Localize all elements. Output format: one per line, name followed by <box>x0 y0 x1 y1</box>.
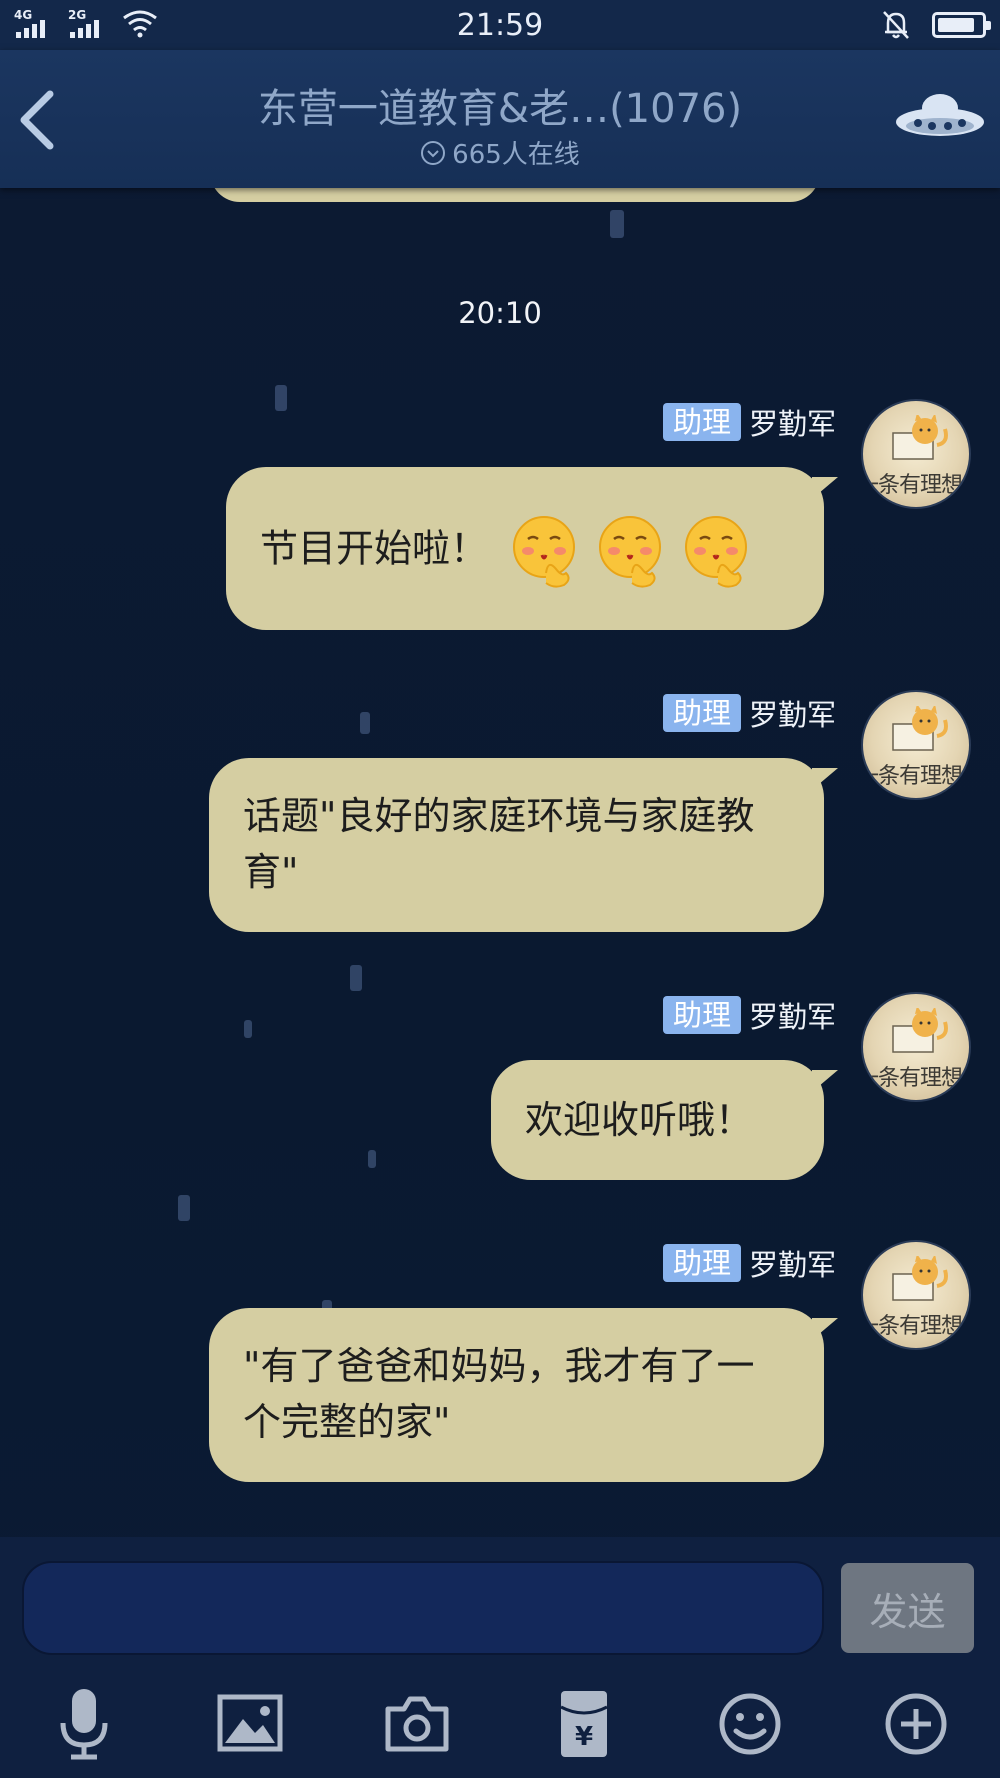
role-badge: 助理 <box>662 996 741 1034</box>
sender-name[interactable]: 罗勤军 <box>749 1242 836 1284</box>
background-sparkle <box>178 1195 190 1221</box>
avatar-caption: 一条有理想的咸鱼 <box>861 1314 969 1339</box>
message-text: "有了爸爸和妈妈，我才有了一个完整的家" <box>243 1344 755 1444</box>
sender-line: 助理 罗勤军 <box>662 401 836 443</box>
status-bar: 4G 2G 21:59 <box>0 0 1000 50</box>
send-button[interactable]: 发送 <box>841 1563 974 1653</box>
background-sparkle <box>350 965 362 991</box>
message-text: 话题"良好的家庭环境与家庭教育" <box>243 794 755 894</box>
emoji-button[interactable] <box>715 1687 785 1761</box>
message-bubble[interactable]: 节目开始啦！ <box>226 467 838 630</box>
avatar[interactable]: 一条有理想的咸鱼 <box>861 690 971 800</box>
image-button[interactable] <box>215 1687 285 1761</box>
message-input[interactable] <box>22 1561 824 1655</box>
emoji-icon <box>719 1693 781 1755</box>
more-button[interactable] <box>881 1687 951 1761</box>
status-clock: 21:59 <box>456 8 544 43</box>
online-count-label: 665人在线 <box>452 140 580 170</box>
sender-name[interactable]: 罗勤军 <box>749 994 836 1036</box>
chat-message: 一条有理想的咸鱼 助理 罗勤军 "有了爸爸和妈妈，我才有了一个完整的家" <box>0 1240 1000 1486</box>
sender-name[interactable]: 罗勤军 <box>749 401 836 443</box>
message-bubble[interactable]: 欢迎收听哦！ <box>491 1060 838 1180</box>
plus-icon <box>885 1693 947 1755</box>
ufo-group-menu-icon[interactable] <box>892 90 988 144</box>
chat-screen: 4G 2G 21:59 东营一道教育&老…(1076) 665人在线 20:10… <box>0 0 1000 1778</box>
background-sparkle <box>610 210 624 238</box>
sender-line: 助理 罗勤军 <box>662 994 836 1036</box>
bell-off-icon <box>883 11 909 39</box>
red-packet-button[interactable]: ¥ <box>549 1687 619 1761</box>
avatar-caption: 一条有理想的咸鱼 <box>861 1066 969 1091</box>
cat-avatar-icon <box>892 415 948 460</box>
chat-message: 一条有理想的咸鱼 助理 罗勤军 节目开始啦！ <box>0 399 1000 631</box>
cat-avatar-icon <box>892 706 948 751</box>
sender-line: 助理 罗勤军 <box>662 692 836 734</box>
battery-icon <box>932 12 991 38</box>
message-bubble[interactable]: "有了爸爸和妈妈，我才有了一个完整的家" <box>209 1308 838 1482</box>
chat-message: 一条有理想的咸鱼 助理 罗勤军 话题"良好的家庭环境与家庭教育" <box>0 690 1000 934</box>
input-area: 发送 ¥ <box>0 1537 1000 1778</box>
sender-name[interactable]: 罗勤军 <box>749 692 836 734</box>
red-packet-icon: ¥ <box>560 1691 608 1757</box>
camera-button[interactable] <box>382 1687 452 1761</box>
image-icon <box>217 1694 283 1752</box>
avatar-caption: 一条有理想的咸鱼 <box>861 473 969 498</box>
avatar[interactable]: 一条有理想的咸鱼 <box>861 399 971 509</box>
shy-face-emoji <box>599 516 662 588</box>
microphone-icon <box>60 1689 108 1760</box>
message-text: 节目开始啦！ <box>260 526 489 571</box>
role-badge: 助理 <box>662 1244 741 1282</box>
message-text: 欢迎收听哦！ <box>525 1098 754 1142</box>
sender-line: 助理 罗勤军 <box>662 1242 836 1284</box>
cat-avatar-icon <box>892 1008 948 1053</box>
online-count[interactable]: 665人在线 <box>0 134 1000 171</box>
camera-icon <box>385 1696 449 1752</box>
group-title[interactable]: 东营一道教育&老…(1076) <box>120 76 880 134</box>
svg-text:¥: ¥ <box>575 1722 593 1752</box>
role-badge: 助理 <box>662 694 741 732</box>
role-badge: 助理 <box>662 403 741 441</box>
input-toolbar: ¥ <box>0 1687 1000 1767</box>
chat-header: 东营一道教育&老…(1076) 665人在线 <box>0 50 1000 188</box>
voice-button[interactable] <box>49 1687 119 1761</box>
time-separator: 20:10 <box>458 296 542 330</box>
cat-avatar-icon <box>892 1256 948 1301</box>
chevron-circle-icon <box>421 140 446 165</box>
shy-face-emoji <box>513 516 576 588</box>
avatar-caption: 一条有理想的咸鱼 <box>861 764 969 789</box>
avatar[interactable]: 一条有理想的咸鱼 <box>861 1240 971 1350</box>
message-bubble[interactable]: 话题"良好的家庭环境与家庭教育" <box>209 758 838 932</box>
avatar[interactable]: 一条有理想的咸鱼 <box>861 992 971 1102</box>
shy-face-emoji <box>685 516 748 588</box>
chat-message: 一条有理想的咸鱼 助理 罗勤军 欢迎收听哦！ <box>0 992 1000 1182</box>
